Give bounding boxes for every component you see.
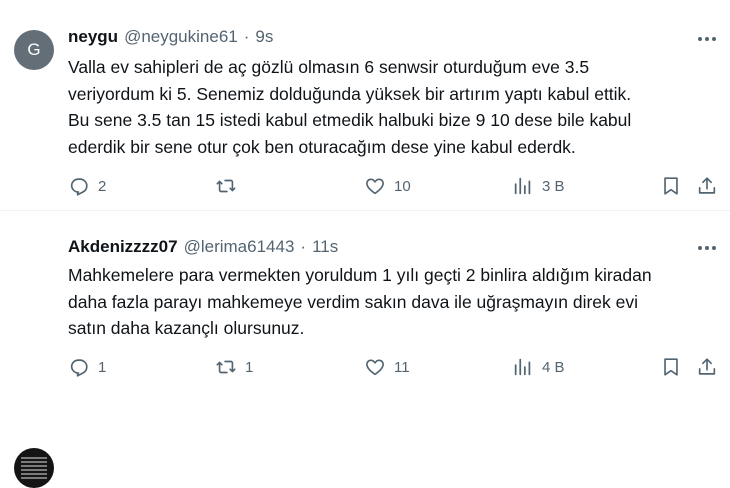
- share-icon: [698, 177, 716, 194]
- share-icon: [698, 358, 716, 375]
- tweet-header: Akdenizzzz07 @lerima61443 · 11s: [68, 237, 338, 257]
- bookmark-icon: [664, 358, 678, 376]
- tweet-header: neygu @neygukine61 · 9s: [68, 27, 273, 47]
- tweet-text-line: veriyordum ki 5. Senemiz dolduğunda yüks…: [68, 83, 632, 104]
- like-button[interactable]: 10: [364, 175, 411, 197]
- tweet-text-line: ederdik bir sene otur çok ben oturacağım…: [68, 136, 576, 157]
- tweet-text-line: Valla ev sahipleri de aç gözlü olmasın 6…: [68, 57, 590, 77]
- tweet-text-line: Mahkemelere para vermekten yoruldum 1 yı…: [68, 265, 652, 285]
- reply-count: 2: [98, 177, 107, 195]
- like-count: 10: [394, 177, 411, 195]
- share-button[interactable]: [696, 175, 718, 197]
- avatar-letter: G: [27, 40, 41, 59]
- bookmark-button[interactable]: [660, 175, 682, 197]
- retweet-count: 1: [245, 358, 254, 376]
- tweet-text: Mahkemelere para vermekten yoruldum 1 yı…: [68, 262, 718, 342]
- tweet[interactable]: G neygu @neygukine61 · 9s Valla ev sahip…: [0, 0, 730, 210]
- separator: ·: [300, 237, 307, 256]
- user-handle[interactable]: @lerima61443: [184, 237, 295, 257]
- reply-icon: [70, 359, 88, 377]
- retweet-button[interactable]: [215, 175, 245, 197]
- timestamp[interactable]: 11s: [312, 237, 338, 257]
- tweet-text-line: daha fazla parayı mahkemeye verdim sakın…: [68, 291, 638, 312]
- reply-button[interactable]: 2: [68, 175, 106, 197]
- tweet-divider: [0, 210, 730, 211]
- bookmark-button[interactable]: [660, 356, 682, 378]
- like-button[interactable]: 11: [364, 356, 410, 378]
- views-count: 4 B: [542, 358, 565, 376]
- retweet-button[interactable]: 1: [215, 356, 253, 378]
- views-icon: [514, 177, 531, 195]
- views-icon: [514, 358, 531, 376]
- avatar[interactable]: G: [14, 30, 54, 70]
- timestamp[interactable]: 9s: [255, 27, 273, 47]
- like-count: 11: [394, 358, 410, 376]
- reply-icon: [70, 178, 88, 196]
- more-icon[interactable]: [698, 34, 720, 44]
- views-button[interactable]: 3 B: [512, 175, 565, 197]
- views-button[interactable]: 4 B: [512, 356, 565, 378]
- user-handle[interactable]: @neygukine61: [124, 27, 238, 47]
- views-count: 3 B: [542, 177, 565, 195]
- retweet-icon: [216, 360, 236, 374]
- tweet-text-line: satın daha kazançlı olursunuz.: [68, 318, 305, 338]
- separator: ·: [243, 27, 250, 46]
- tweet-text: Valla ev sahipleri de aç gözlü olmasın 6…: [68, 54, 718, 160]
- reply-count: 1: [98, 358, 107, 376]
- tweet[interactable]: Akdenizzzz07 @lerima61443 · 11s Mahkemel…: [0, 212, 730, 488]
- bookmark-icon: [664, 177, 678, 195]
- share-button[interactable]: [696, 356, 718, 378]
- more-icon[interactable]: [698, 243, 720, 253]
- reply-button[interactable]: 1: [68, 356, 106, 378]
- display-name[interactable]: neygu: [68, 27, 118, 47]
- retweet-icon: [216, 179, 236, 193]
- avatar[interactable]: [14, 448, 54, 488]
- heart-icon: [366, 178, 384, 195]
- heart-icon: [366, 359, 384, 376]
- display-name[interactable]: Akdenizzzz07: [68, 237, 178, 257]
- tweet-text-line: Bu sene 3.5 tan 15 istedi kabul etmedik …: [68, 110, 632, 130]
